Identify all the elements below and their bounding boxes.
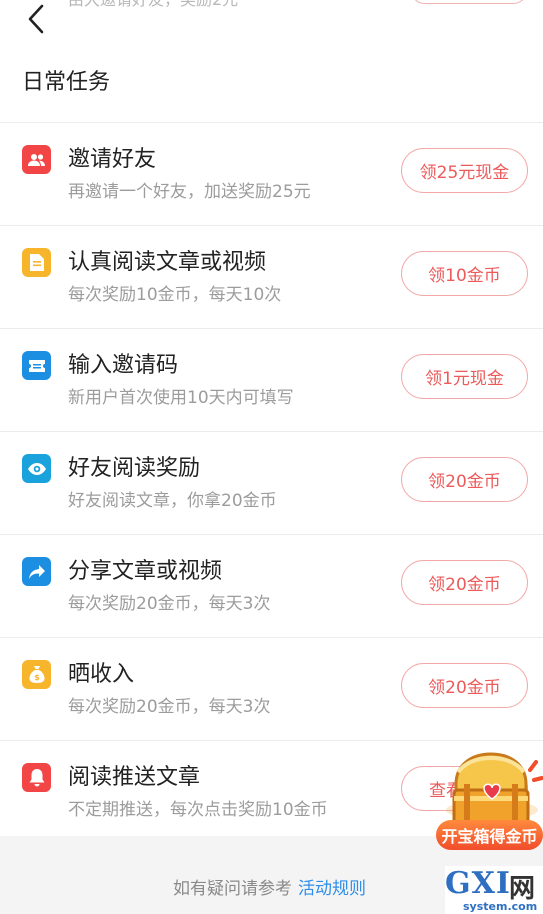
task-list: 邀请好友 再邀请一个好友，加送奖励25元 领25元现金 认真阅读文章或视频 每次…	[0, 122, 543, 843]
claim-button[interactable]: 领20金币	[401, 663, 528, 708]
watermark-url: system.com	[463, 900, 538, 913]
claim-button[interactable]: 领1元现金	[401, 354, 528, 399]
claim-button[interactable]: 领20金币	[401, 560, 528, 605]
task-title: 认真阅读文章或视频	[68, 250, 267, 275]
bell-icon	[22, 763, 51, 792]
task-subtitle: 每次奖励20金币，每天3次	[68, 594, 271, 614]
task-subtitle: 每次奖励20金币，每天3次	[68, 697, 271, 717]
header: 由大邀请好友，奖励2元 日常任务	[0, 0, 543, 95]
task-title: 分享文章或视频	[68, 559, 223, 584]
rules-link[interactable]: 活动规则	[298, 879, 366, 899]
task-title: 阅读推送文章	[68, 765, 201, 790]
section-title: 日常任务	[22, 70, 111, 95]
task-row-invite-code[interactable]: 输入邀请码 新用户首次使用10天内可填写 领1元现金	[0, 328, 543, 431]
task-row-read-articles[interactable]: 认真阅读文章或视频 每次奖励10金币，每天10次 领10金币	[0, 225, 543, 328]
task-row-share[interactable]: 分享文章或视频 每次奖励20金币，每天3次 领20金币	[0, 534, 543, 637]
task-subtitle: 再邀请一个好友，加送奖励25元	[68, 182, 311, 202]
claim-button[interactable]: 领10金币	[401, 251, 528, 296]
chevron-left-icon[interactable]	[22, 2, 56, 36]
task-title: 输入邀请码	[68, 353, 179, 378]
eye-icon	[22, 454, 51, 483]
task-subtitle: 新用户首次使用10天内可填写	[68, 388, 294, 408]
friends-icon	[22, 145, 51, 174]
task-row-show-income[interactable]: $ 晒收入 每次奖励20金币，每天3次 领20金币	[0, 637, 543, 740]
task-row-friend-reading[interactable]: 好友阅读奖励 好友阅读文章，你拿20金币 领20金币	[0, 431, 543, 534]
share-arrow-icon	[22, 557, 51, 586]
footer-help-text: 如有疑问请参考	[173, 879, 292, 899]
task-title: 晒收入	[68, 662, 135, 687]
claim-button[interactable]: 领20金币	[401, 457, 528, 502]
watermark-brand: GXI	[445, 866, 511, 901]
task-title: 邀请好友	[68, 147, 157, 172]
top-partial-text: 由大邀请好友，奖励2元	[68, 0, 238, 10]
task-subtitle: 好友阅读文章，你拿20金币	[68, 491, 277, 511]
treasure-label[interactable]: 开宝箱得金币	[436, 820, 543, 850]
task-title: 好友阅读奖励	[68, 456, 201, 481]
footer-help: 如有疑问请参考 活动规则	[173, 874, 366, 899]
ticket-icon	[22, 351, 51, 380]
document-icon	[22, 248, 51, 277]
claim-button[interactable]: 领25元现金	[401, 148, 528, 193]
task-subtitle: 不定期推送，每次点击奖励10金币	[68, 800, 328, 820]
money-bag-icon: $	[22, 660, 51, 689]
task-row-invite-friends[interactable]: 邀请好友 再邀请一个好友，加送奖励25元 领25元现金	[0, 122, 543, 225]
watermark: GXI 网 system.com	[445, 866, 543, 914]
svg-text:$: $	[34, 673, 40, 682]
task-subtitle: 每次奖励10金币，每天10次	[68, 285, 282, 305]
top-partial-button[interactable]	[410, 0, 528, 4]
